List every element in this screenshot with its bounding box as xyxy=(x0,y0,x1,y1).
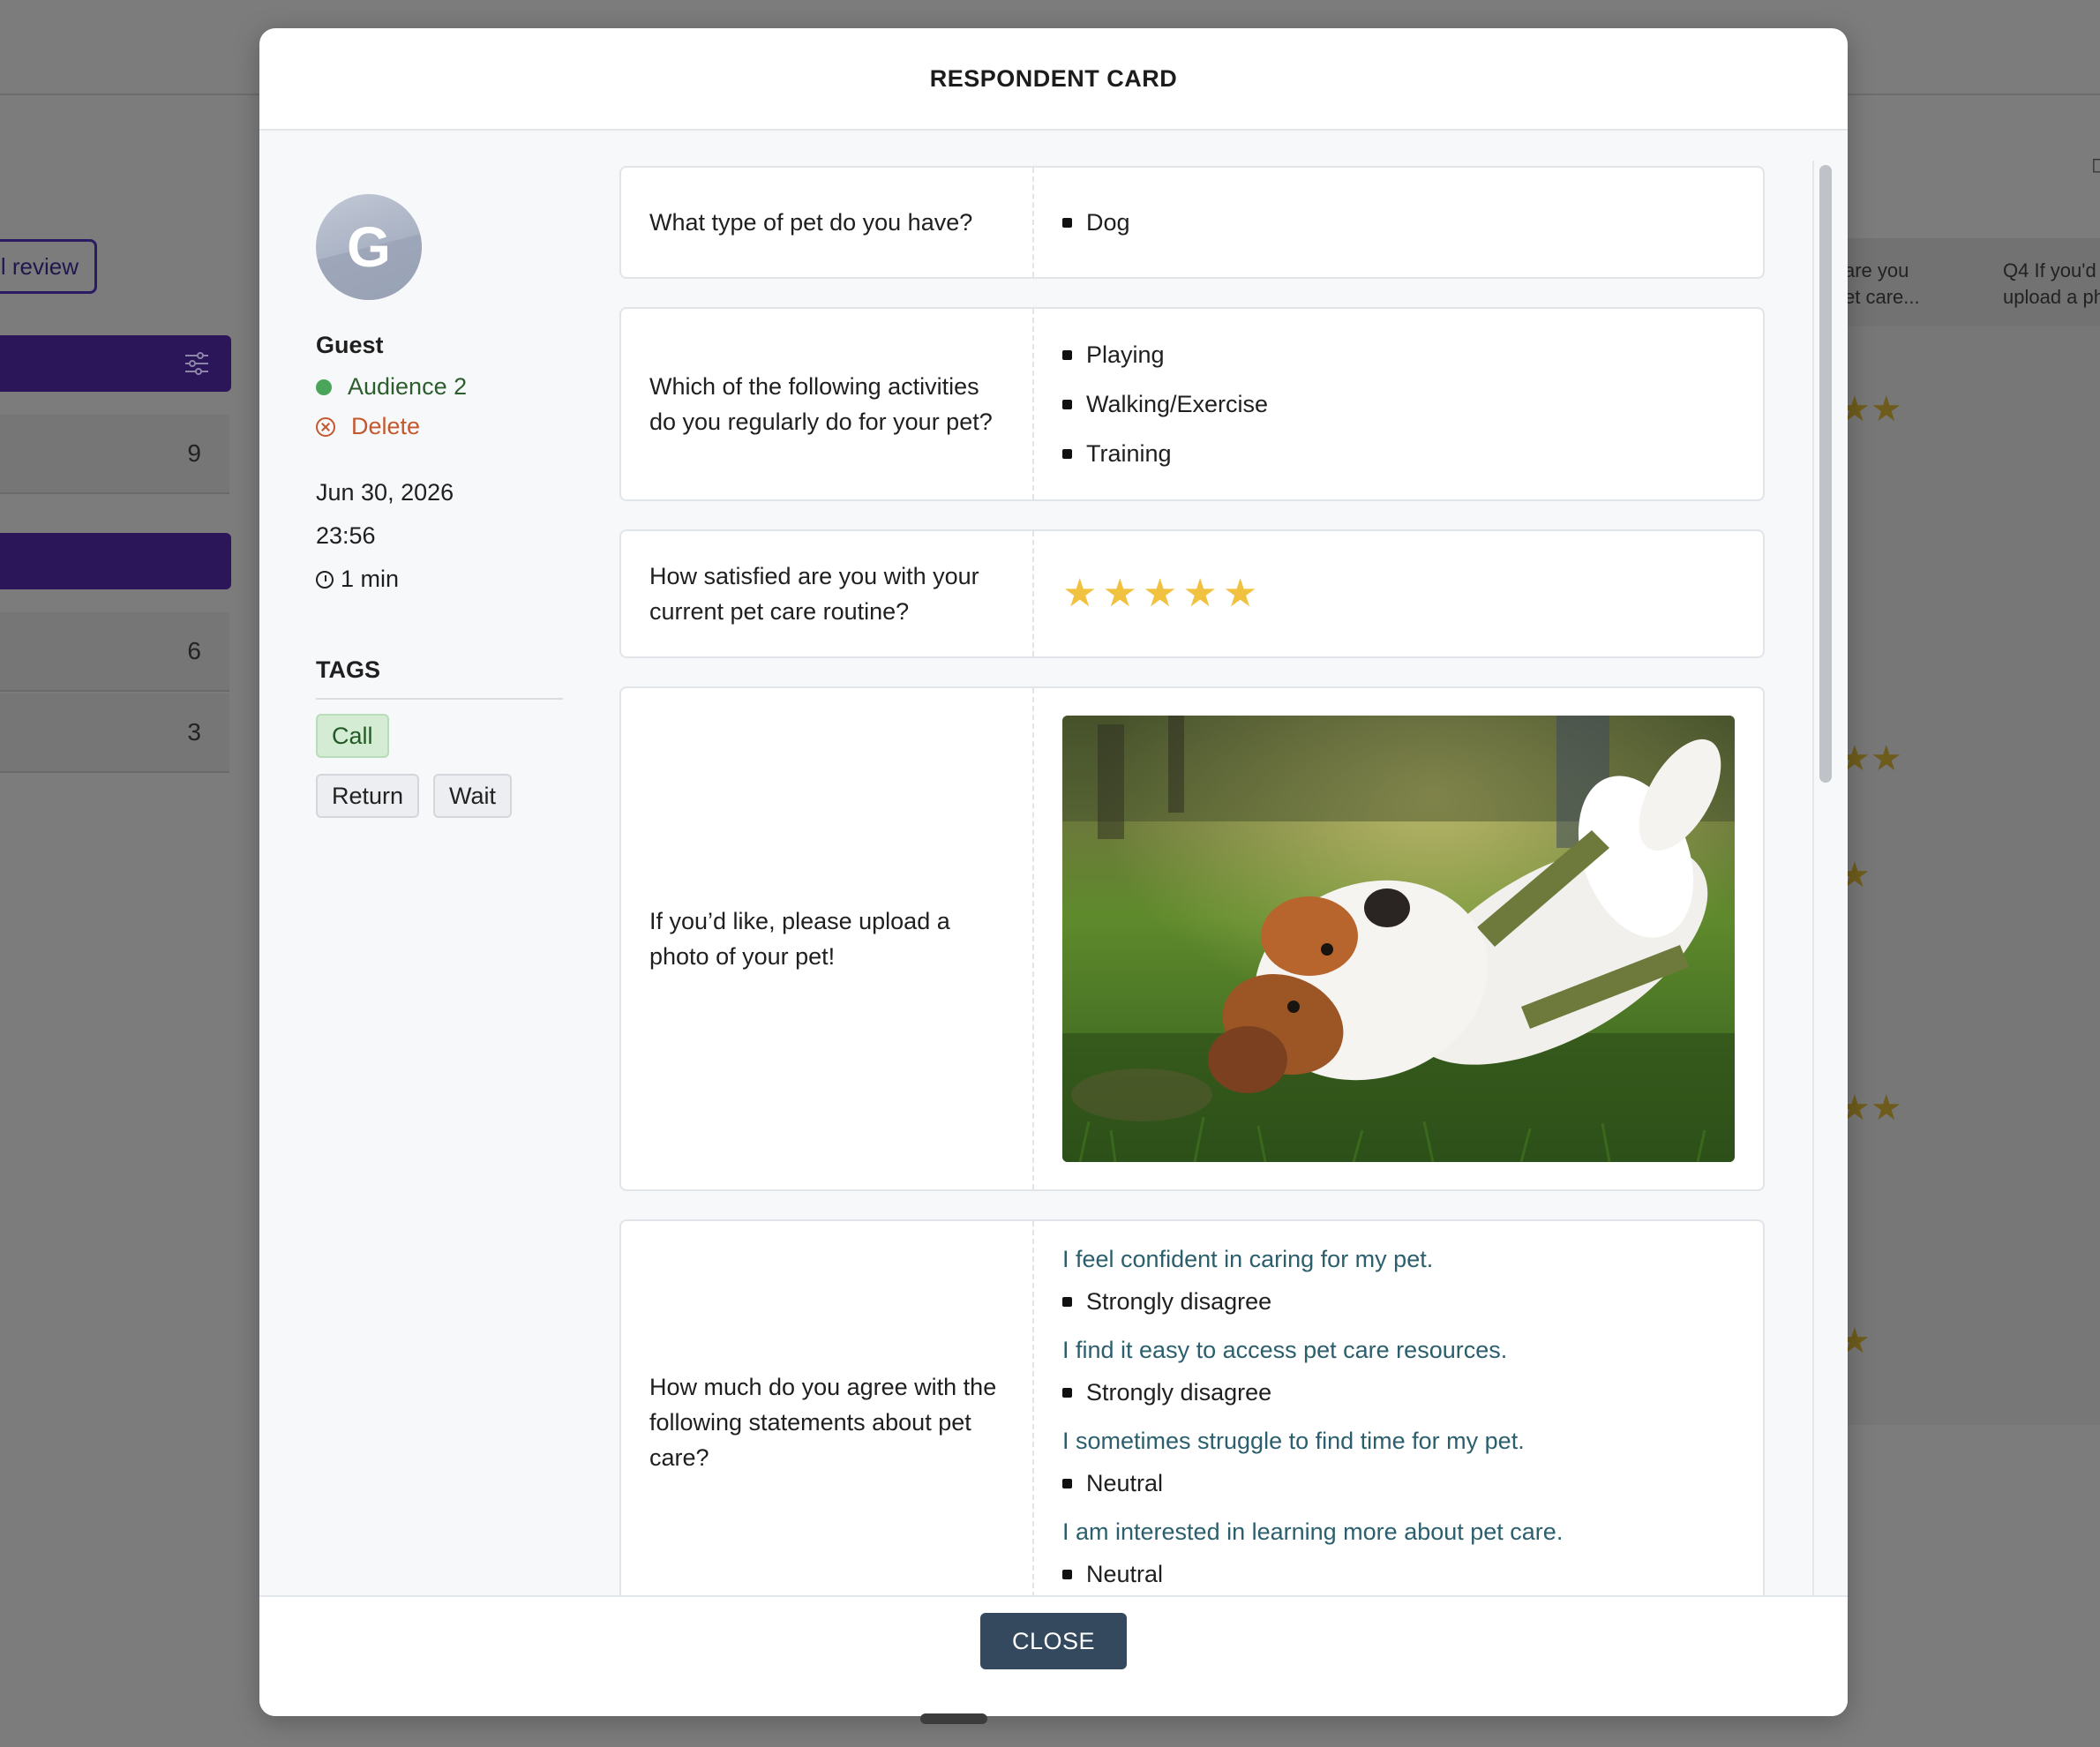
filter-icon xyxy=(185,352,208,375)
answer-card: How much do you agree with the following… xyxy=(619,1219,1765,1622)
background-star-icon: ★★ xyxy=(1839,1089,1902,1128)
delete-label: Delete xyxy=(351,413,421,439)
answer-content: Dog xyxy=(1034,168,1763,277)
duration-value: 1 min xyxy=(341,566,400,592)
answer-card: How satisfied are you with your current … xyxy=(619,529,1765,658)
answer-content: I feel confident in caring for my pet. S… xyxy=(1034,1221,1763,1622)
answer-option: Playing xyxy=(1062,330,1735,379)
statement-answer: Neutral xyxy=(1062,1463,1735,1505)
question-text: If you’d like, please upload a photo of … xyxy=(621,688,1034,1189)
audience-name: Audience 2 xyxy=(348,373,468,400)
respondent-name: Guest xyxy=(316,332,384,358)
answer-content: ★ ★ ★ ★ ★ xyxy=(1034,531,1763,656)
statement-answer: Strongly disagree xyxy=(1062,1372,1735,1414)
background-count-row: 9 xyxy=(0,415,229,494)
background-icon: ◻ xyxy=(2091,153,2100,176)
statement-text: I find it easy to access pet care resour… xyxy=(1062,1337,1508,1364)
respondent-card-modal: RESPONDENT CARD G Guest Audience 2 Delet… xyxy=(259,28,1848,1716)
star-icon: ★ xyxy=(1142,572,1178,615)
background-filter-bar xyxy=(0,335,231,392)
statement-text: I am interested in learning more about p… xyxy=(1062,1518,1564,1546)
question-text: How satisfied are you with your current … xyxy=(621,531,1034,656)
modal-body: G Guest Audience 2 Delete Jun 30, 2026 2… xyxy=(259,131,1848,1622)
star-icon: ★ xyxy=(1102,572,1137,615)
status-dot-icon xyxy=(316,379,332,395)
delete-circle-x-icon xyxy=(316,416,335,437)
question-text: How much do you agree with the following… xyxy=(621,1221,1034,1622)
tags-title: TAGS xyxy=(316,656,563,700)
delete-button[interactable]: Delete xyxy=(316,413,563,440)
tag-list: Call Return Wait xyxy=(316,714,563,818)
tag-wait[interactable]: Wait xyxy=(433,774,513,818)
star-icon: ★ xyxy=(1062,572,1098,615)
avatar: G xyxy=(316,194,422,300)
respondent-profile: G Guest Audience 2 Delete Jun 30, 2026 2… xyxy=(316,194,563,818)
tag-call[interactable]: Call xyxy=(316,714,389,758)
audience-label: Audience 2 xyxy=(316,373,563,401)
answer-option: Walking/Exercise xyxy=(1062,379,1735,429)
background-star-icon: ★★ xyxy=(1839,390,1902,429)
background-count-row: 3 xyxy=(0,694,229,773)
statement-text: I feel confident in caring for my pet. xyxy=(1062,1246,1434,1273)
answer-option: Dog xyxy=(1062,198,1735,247)
background-column-header: are you et care... xyxy=(1844,259,1920,308)
answer-content: Playing Walking/Exercise Training xyxy=(1034,309,1763,499)
star-icon: ★ xyxy=(1222,572,1258,615)
uploaded-pet-photo[interactable] xyxy=(1062,716,1735,1162)
drag-handle[interactable] xyxy=(920,1713,987,1724)
background-star-icon: ★★ xyxy=(1839,739,1902,778)
background-group-bar xyxy=(0,533,231,589)
question-text: Which of the following activities do you… xyxy=(621,309,1034,499)
answer-card: If you’d like, please upload a photo of … xyxy=(619,686,1765,1191)
answer-card: What type of pet do you have? Dog xyxy=(619,166,1765,279)
background-count-row: 6 xyxy=(0,612,229,692)
background-review-button: l review xyxy=(0,239,97,294)
scrollbar-thumb[interactable] xyxy=(1819,165,1832,783)
background-column-header: Q4 If you'd upload a ph xyxy=(2003,259,2100,308)
modal-footer: CLOSE xyxy=(259,1595,1848,1716)
response-time: 23:56 xyxy=(316,522,376,549)
statement-answer: Neutral xyxy=(1062,1554,1735,1596)
modal-scrollbar[interactable] xyxy=(1812,161,1834,1622)
answer-list: What type of pet do you have? Dog Which … xyxy=(619,166,1765,1622)
tag-return[interactable]: Return xyxy=(316,774,420,818)
answer-card: Which of the following activities do you… xyxy=(619,307,1765,501)
star-icon: ★ xyxy=(1182,572,1218,615)
star-rating: ★ ★ ★ ★ ★ xyxy=(1062,574,1735,613)
avatar-letter: G xyxy=(347,215,391,279)
response-date: Jun 30, 2026 xyxy=(316,479,454,506)
answer-content xyxy=(1034,688,1763,1189)
close-button[interactable]: CLOSE xyxy=(980,1613,1127,1669)
statement-answer: Strongly disagree xyxy=(1062,1281,1735,1323)
timer-icon xyxy=(316,570,334,589)
statement-text: I sometimes struggle to find time for my… xyxy=(1062,1428,1525,1455)
answer-option: Training xyxy=(1062,429,1735,478)
question-text: What type of pet do you have? xyxy=(621,168,1034,277)
modal-title: RESPONDENT CARD xyxy=(259,28,1848,131)
response-duration: 1 min xyxy=(316,566,563,593)
